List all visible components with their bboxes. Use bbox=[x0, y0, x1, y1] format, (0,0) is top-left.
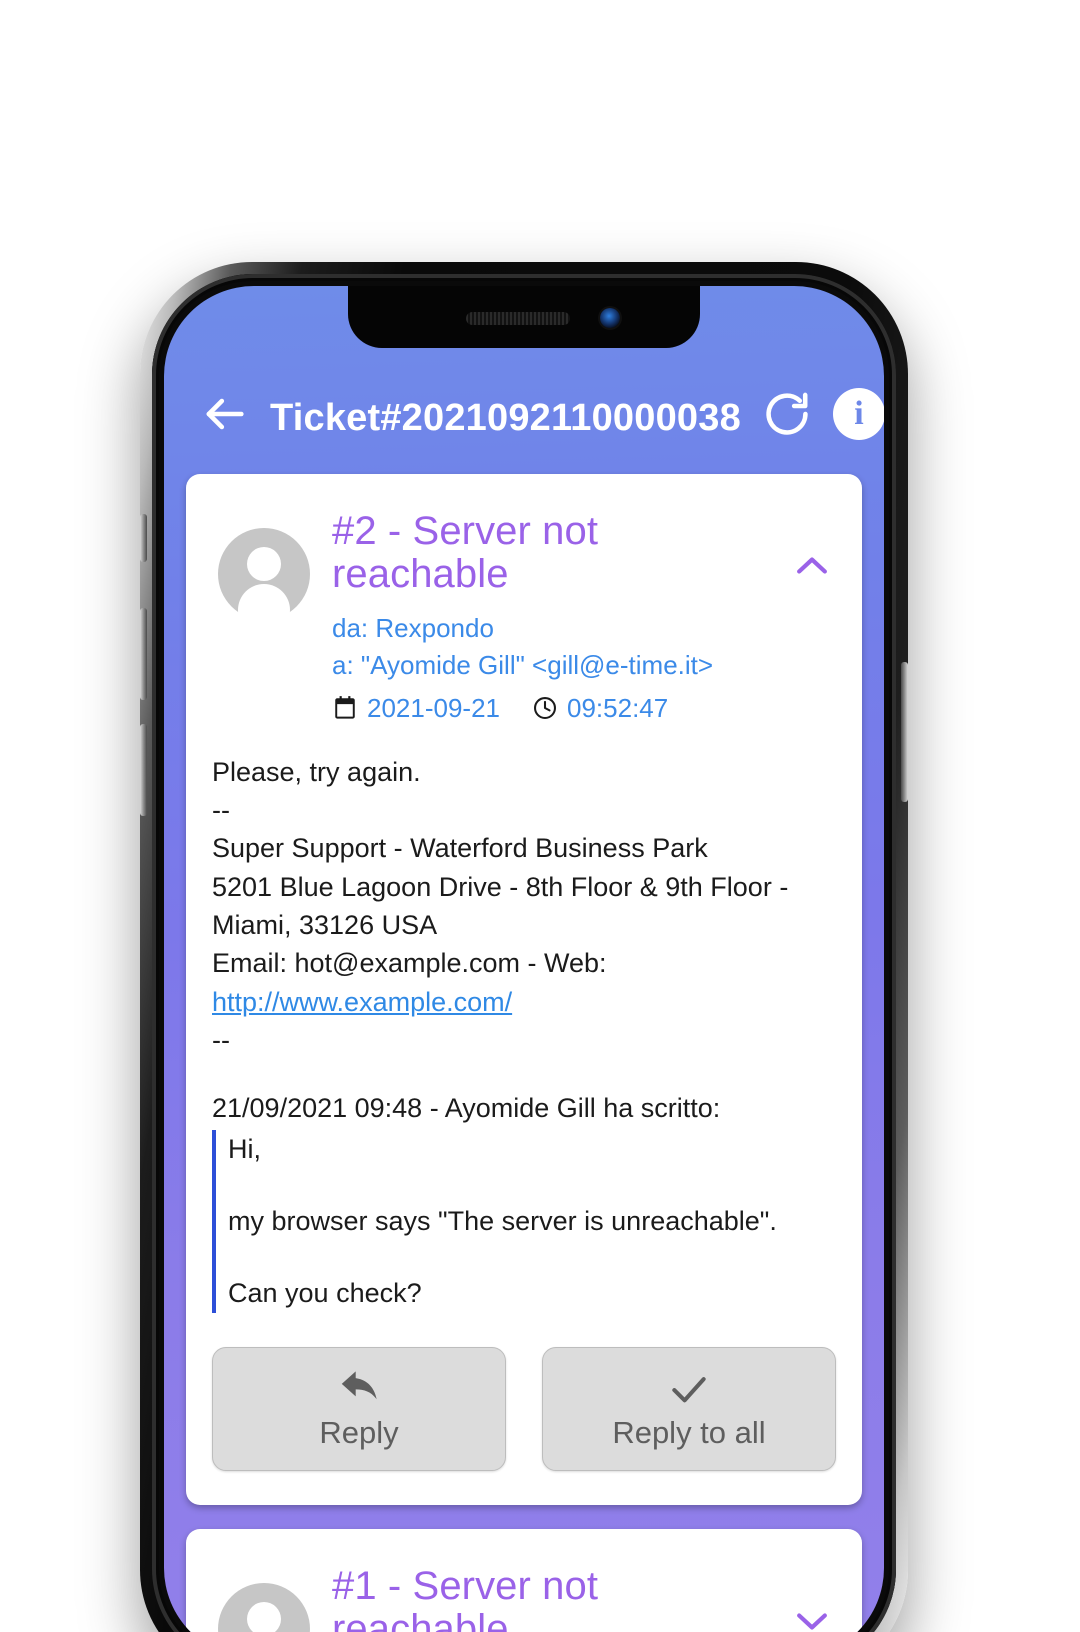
silent-switch[interactable] bbox=[140, 514, 147, 562]
reply-button-label: Reply bbox=[319, 1414, 399, 1450]
phone-device-frame: Ticket#2021092110000038 i #2 - Server no… bbox=[140, 262, 908, 1632]
arrow-left-icon[interactable] bbox=[198, 388, 250, 440]
message-header-main: #2 - Server not reachable da: Rexpondo a… bbox=[332, 509, 780, 727]
quote-intro: 21/09/2021 09:48 - Ayomide Gill ha scrit… bbox=[212, 1093, 721, 1124]
power-button[interactable] bbox=[901, 662, 908, 802]
avatar-placeholder-icon bbox=[218, 528, 310, 620]
device-notch bbox=[348, 286, 700, 348]
screenshot-stage: Ticket#2021092110000038 i #2 - Server no… bbox=[0, 0, 1080, 1632]
quote-line: Hi, bbox=[228, 1133, 261, 1164]
reply-button[interactable]: Reply bbox=[212, 1346, 506, 1471]
info-icon[interactable]: i bbox=[832, 388, 884, 440]
calendar-icon bbox=[332, 695, 358, 721]
message-card[interactable]: #2 - Server not reachable da: Rexpondo a… bbox=[186, 474, 862, 1505]
info-icon-letter: i bbox=[854, 395, 864, 432]
message-card-header[interactable]: #2 - Server not reachable da: Rexpondo a… bbox=[186, 474, 862, 735]
volume-down-button[interactable] bbox=[140, 724, 147, 816]
volume-up-button[interactable] bbox=[140, 608, 147, 700]
reply-to-all-button-label: Reply to all bbox=[612, 1414, 766, 1450]
chevron-up-icon[interactable] bbox=[790, 544, 834, 588]
message-date: 2021-09-21 bbox=[367, 693, 500, 724]
message-time: 09:52:47 bbox=[567, 693, 669, 724]
reply-arrow-icon bbox=[337, 1367, 381, 1411]
message-header-main: #1 - Server not reachable da: Ayomide Gi… bbox=[332, 1563, 780, 1632]
message-subject: #1 - Server not reachable bbox=[332, 1563, 599, 1632]
check-icon bbox=[667, 1367, 711, 1411]
message-subject: #2 - Server not reachable bbox=[332, 509, 599, 597]
message-to: a: "Ayomide Gill" <gill@e-time.it> bbox=[332, 650, 714, 681]
clock-icon bbox=[532, 695, 558, 721]
refresh-icon[interactable] bbox=[761, 388, 813, 440]
front-camera-icon bbox=[600, 308, 620, 328]
message-from: da: Rexpondo bbox=[332, 613, 494, 644]
message-datetime-row: 2021-09-21 09:52:47 bbox=[332, 690, 780, 726]
message-actions: Reply Reply to all bbox=[186, 1323, 862, 1505]
avatar-placeholder-icon bbox=[218, 1582, 310, 1632]
example-website-link[interactable]: http://www.example.com/ bbox=[212, 987, 512, 1017]
page-title: Ticket#2021092110000038 bbox=[270, 397, 741, 439]
chevron-down-icon[interactable] bbox=[790, 1599, 834, 1632]
message-body: Please, try again. -- Super Support - Wa… bbox=[186, 735, 862, 1323]
quote-line: Can you check? bbox=[228, 1278, 422, 1309]
message-body-after-link: -- bbox=[212, 1024, 230, 1055]
earpiece-speaker-icon bbox=[466, 312, 570, 325]
message-card-header[interactable]: #1 - Server not reachable da: Ayomide Gi… bbox=[186, 1529, 862, 1632]
message-body-before-link: Please, try again. -- Super Support - Wa… bbox=[212, 756, 789, 979]
phone-screen: Ticket#2021092110000038 i #2 - Server no… bbox=[164, 286, 884, 1632]
reply-to-all-button[interactable]: Reply to all bbox=[542, 1346, 836, 1471]
message-list[interactable]: #2 - Server not reachable da: Rexpondo a… bbox=[164, 462, 884, 1632]
message-card[interactable]: #1 - Server not reachable da: Ayomide Gi… bbox=[186, 1528, 862, 1632]
quote-line: my browser says "The server is unreachab… bbox=[228, 1205, 777, 1236]
message-body-text: Please, try again. -- Super Support - Wa… bbox=[212, 753, 836, 1060]
quoted-message: Hi, my browser says "The server is unrea… bbox=[212, 1129, 836, 1313]
